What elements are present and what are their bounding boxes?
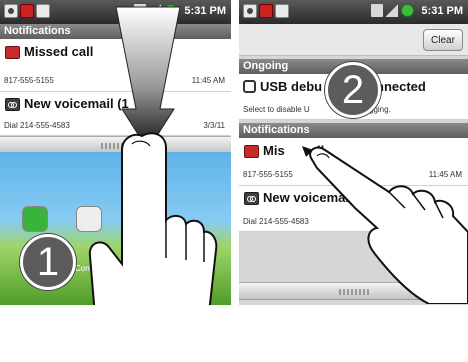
pointing-hand-icon [309,146,468,304]
step-badge-1: 1 [20,234,76,290]
status-time: 5:31 PM [421,4,463,17]
status-time: 5:31 PM [184,4,226,17]
notification-time: 11:45 AM [191,76,225,85]
usb-status-icon [275,4,289,18]
notification-title: USB debu [260,79,323,94]
voicemail-icon [244,192,259,205]
notification-number: Dial 214-555-4583 [4,121,70,130]
voicemail-icon [5,98,20,111]
phone-app-icon[interactable] [22,206,48,232]
missed-call-icon [244,145,259,158]
usb-icon [243,80,256,93]
notification-number: 817-555-5155 [4,76,54,85]
notification-title-tail: nnected [376,79,426,94]
missed-call-status-icon [20,4,34,18]
missed-call-icon [5,46,20,59]
pointing-hand-icon [88,132,218,305]
missed-call-status-icon [259,4,273,18]
right-phone-screen: 5:31 PM Clear Ongoing USB debu nnected S… [239,0,468,305]
step-badge-2: 2 [325,62,381,118]
status-bar[interactable]: 5:31 PM [239,0,468,24]
notification-number: Dial 214-555-4583 [243,217,309,226]
signal-strength-icon [386,4,399,17]
notification-title: Missed call [24,44,94,59]
voicemail-status-icon [243,4,257,18]
usb-status-icon [36,4,50,18]
notification-title: Mis [263,143,285,158]
data-connection-icon [371,4,384,17]
voicemail-status-icon [4,4,18,18]
notifications-header: Notifications [239,123,468,138]
notification-subtitle: Select to disable U [243,105,310,114]
clear-button[interactable]: Clear [423,29,463,51]
notification-number: 817-555-5155 [243,170,293,179]
left-phone-screen: 5:31 PM Notifications Missed call 817-55… [0,0,231,305]
clear-bar: Clear [239,24,468,56]
tap-indicator-icon [302,146,313,157]
battery-icon [401,4,415,17]
